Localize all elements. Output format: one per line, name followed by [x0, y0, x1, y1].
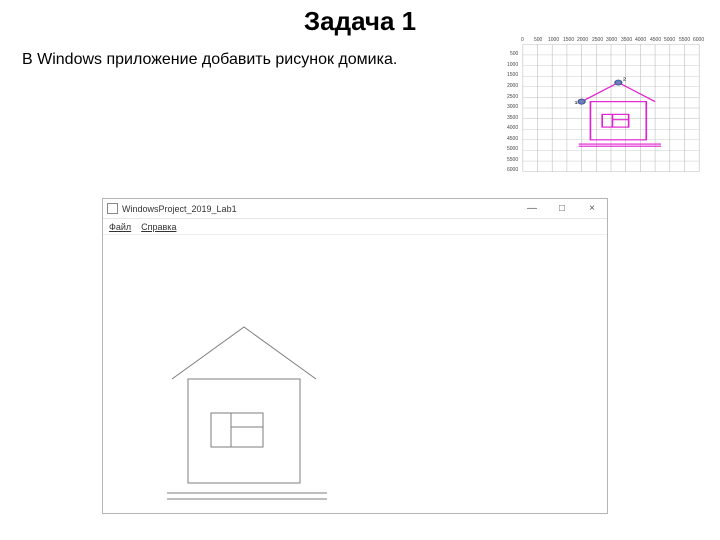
x-tick: 0 [521, 37, 524, 43]
drawing-canvas [103, 235, 607, 513]
menubar: Файл Справка [103, 219, 607, 235]
y-tick: 4000 [507, 125, 518, 131]
x-tick: 1500 [563, 37, 574, 43]
x-tick: 3000 [606, 37, 617, 43]
y-tick: 500 [510, 51, 518, 57]
app-icon [107, 203, 118, 214]
y-tick: 6000 [507, 167, 518, 173]
x-tick: 1000 [548, 37, 559, 43]
y-tick: 5000 [507, 146, 518, 152]
close-button[interactable]: × [577, 199, 607, 218]
x-tick: 2500 [592, 37, 603, 43]
x-tick: 2000 [577, 37, 588, 43]
x-tick: 6000 [693, 37, 704, 43]
x-tick: 3500 [621, 37, 632, 43]
svg-text:1: 1 [574, 100, 578, 105]
titlebar[interactable]: WindowsProject_2019_Lab1 — □ × [103, 199, 607, 219]
y-tick: 2000 [507, 83, 518, 89]
grid-plan-figure: 1 2 0 500 1000 1500 2000 2500 3000 3500 … [514, 38, 708, 178]
x-tick: 4000 [635, 37, 646, 43]
x-tick: 500 [534, 37, 542, 43]
window-title: WindowsProject_2019_Lab1 [122, 204, 237, 214]
y-tick: 3000 [507, 104, 518, 110]
minimize-button[interactable]: — [517, 199, 547, 218]
y-tick: 5500 [507, 157, 518, 163]
page-title: Задача 1 [0, 0, 720, 37]
grid-plan-svg: 1 2 [514, 38, 708, 178]
x-tick: 4500 [650, 37, 661, 43]
menu-file[interactable]: Файл [109, 222, 131, 232]
x-tick: 5000 [664, 37, 675, 43]
app-window: WindowsProject_2019_Lab1 — □ × Файл Спра… [102, 198, 608, 514]
maximize-button[interactable]: □ [547, 199, 577, 218]
x-tick: 5500 [679, 37, 690, 43]
y-tick: 2500 [507, 94, 518, 100]
y-tick: 1000 [507, 62, 518, 68]
y-tick: 4500 [507, 136, 518, 142]
svg-text:2: 2 [623, 77, 627, 82]
y-tick: 3500 [507, 115, 518, 121]
house-drawing [103, 235, 609, 513]
y-tick: 1500 [507, 72, 518, 78]
menu-help[interactable]: Справка [141, 222, 176, 232]
